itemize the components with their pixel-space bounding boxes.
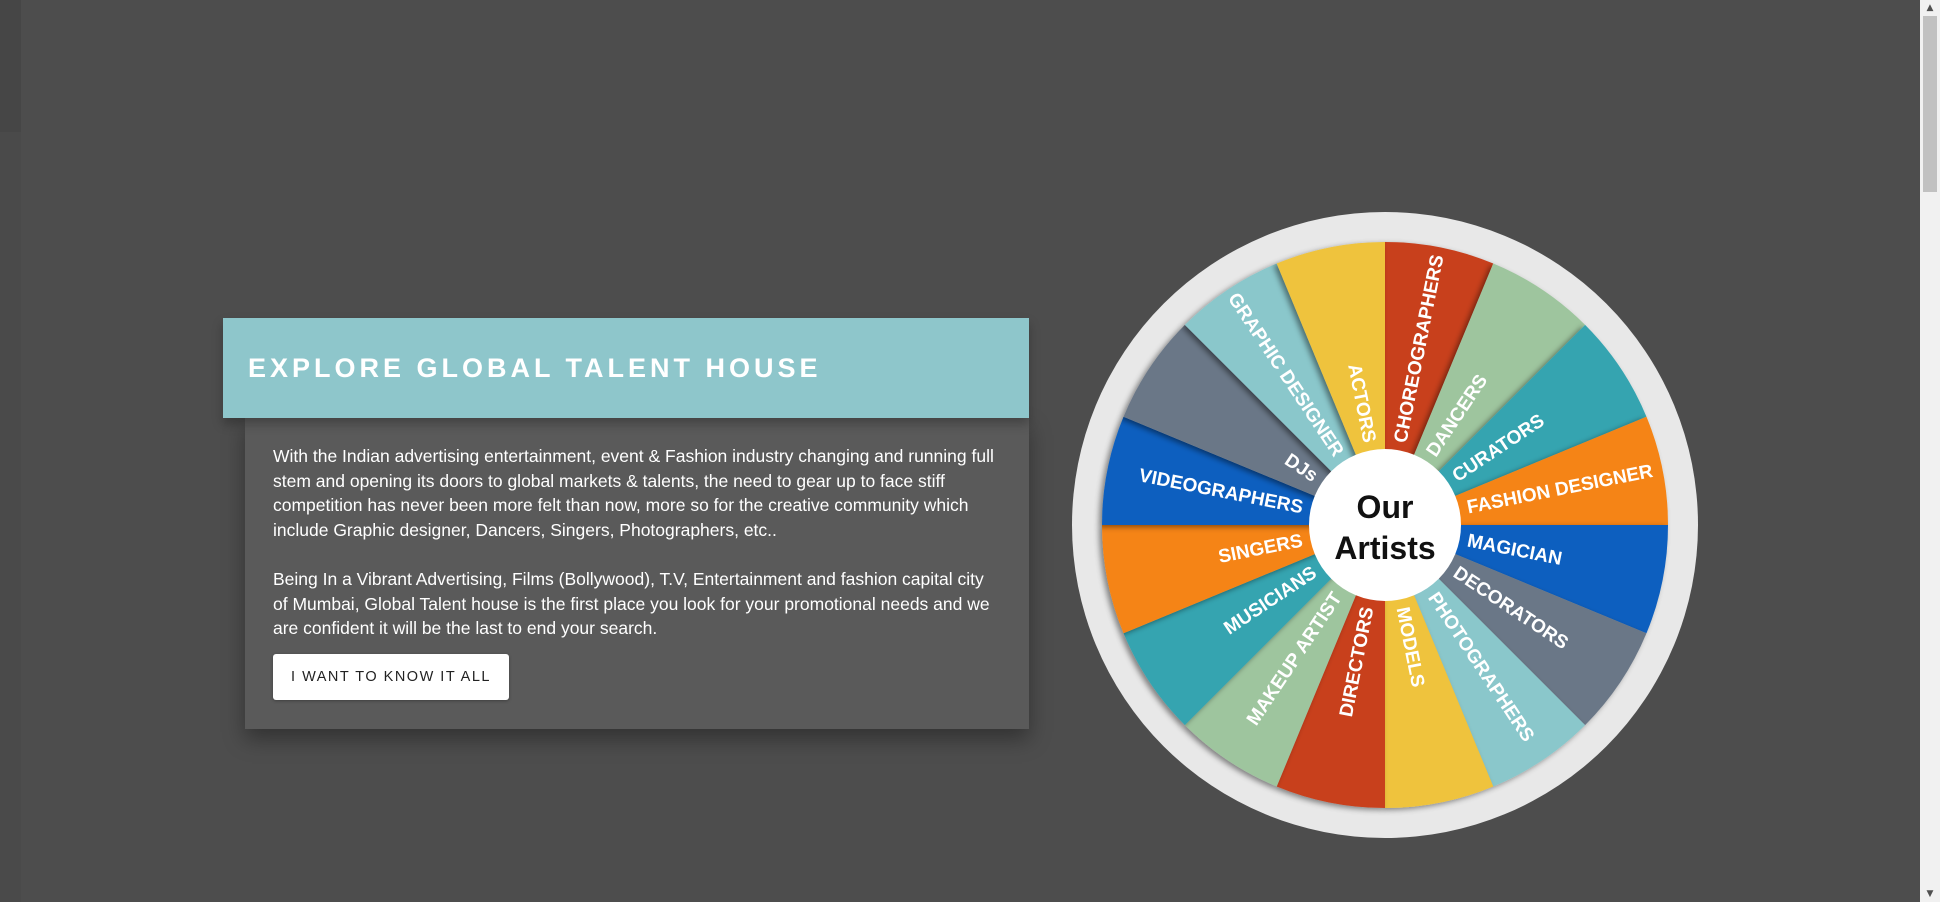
wheel-center-line1: Our (1357, 489, 1414, 525)
page-title: EXPLORE GLOBAL TALENT HOUSE (248, 353, 822, 383)
scroll-up-arrow-icon[interactable]: ▲ (1920, 0, 1940, 16)
know-it-all-button[interactable]: I WANT TO KNOW IT ALL (273, 654, 509, 700)
artists-wheel-graphic: CHOREOGRAPHERSDANCERSCURATORSFASHION DES… (1072, 212, 1698, 838)
wheel-center-line2: Artists (1334, 530, 1435, 566)
intro-card-header: EXPLORE GLOBAL TALENT HOUSE (223, 318, 1029, 418)
wheel-center-hub (1309, 449, 1461, 601)
scroll-down-arrow-icon[interactable]: ▼ (1920, 886, 1940, 902)
intro-text: With the Indian advertising entertainmen… (273, 444, 1001, 665)
intro-paragraph-1: With the Indian advertising entertainmen… (273, 446, 994, 540)
left-edge-strip (0, 0, 21, 132)
artists-wheel: CHOREOGRAPHERS DANCERS CURATORS FASHION DES… (1072, 212, 1698, 838)
intro-paragraph-2: Being In a Vibrant Advertising, Films (B… (273, 568, 990, 639)
page-scrollbar[interactable]: ▲ ▼ (1920, 0, 1940, 902)
left-edge-strip-lower (0, 132, 21, 902)
scroll-thumb[interactable] (1923, 16, 1937, 192)
